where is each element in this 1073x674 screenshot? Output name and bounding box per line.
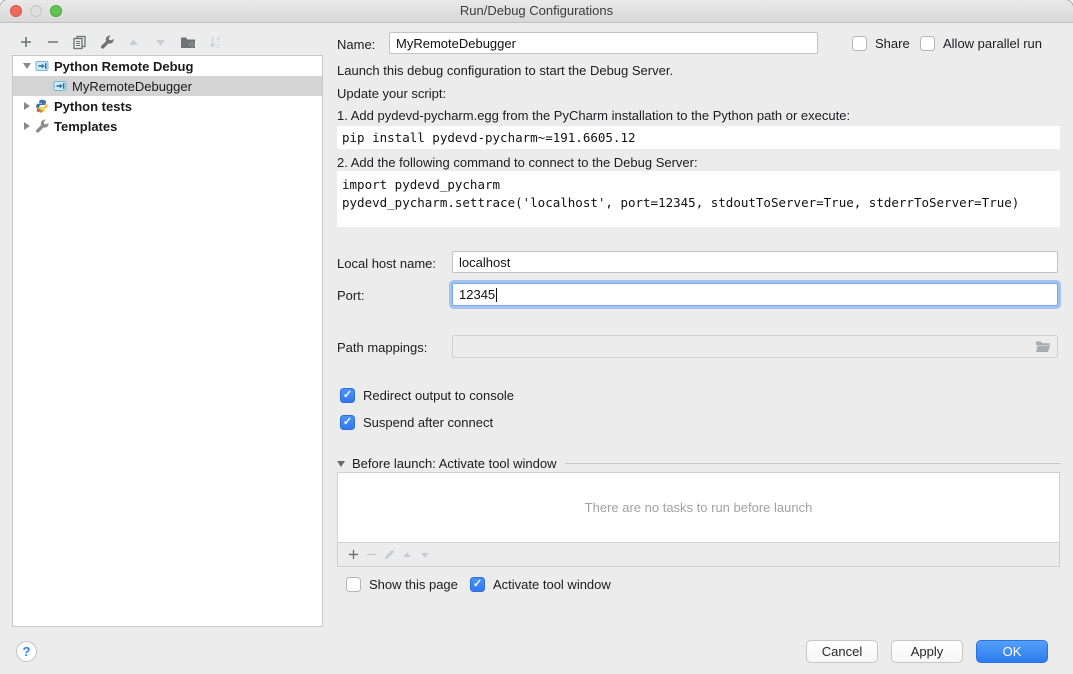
instruction-update: Update your script: [337, 86, 446, 101]
arrow-up-icon [401, 549, 413, 561]
chevron-collapsed-icon[interactable] [24, 102, 30, 110]
instruction-launch: Launch this debug configuration to start… [337, 63, 673, 78]
apply-button[interactable]: Apply [891, 640, 963, 663]
local-host-name-input[interactable] [452, 251, 1058, 273]
arrow-up-icon [127, 36, 140, 49]
sort-configurations-button[interactable]: az [201, 31, 228, 53]
chevron-collapsed-icon[interactable] [24, 122, 30, 130]
instruction-step2: 2. Add the following command to connect … [337, 155, 698, 170]
wrench-icon [34, 119, 49, 134]
run-debug-configurations-dialog: Run/Debug Configurations az [0, 0, 1073, 674]
add-configuration-button[interactable] [12, 31, 39, 53]
port-label: Port: [337, 288, 364, 303]
remove-task-button[interactable] [362, 544, 380, 566]
tree-item-python-tests[interactable]: Python tests [13, 96, 322, 116]
dialog-buttons: Cancel Apply OK [806, 640, 1048, 663]
tree-item-python-remote-debug[interactable]: Python Remote Debug [13, 56, 322, 76]
cancel-button[interactable]: Cancel [806, 640, 878, 663]
share-checkbox[interactable] [852, 36, 867, 51]
chevron-expanded-icon[interactable] [23, 63, 31, 69]
move-up-button[interactable] [120, 31, 147, 53]
activate-tool-window-checkbox[interactable] [470, 577, 485, 592]
copy-icon [72, 35, 87, 50]
folder-icon[interactable] [1035, 340, 1051, 353]
name-label: Name: [337, 37, 375, 52]
plus-icon [347, 548, 360, 561]
tree-item-label: MyRemoteDebugger [72, 79, 192, 94]
chevron-expanded-icon[interactable] [337, 461, 345, 467]
remove-configuration-button[interactable] [39, 31, 66, 53]
tree-item-label: Templates [54, 119, 117, 134]
show-this-page-label: Show this page [369, 577, 458, 592]
tree-item-templates[interactable]: Templates [13, 116, 322, 136]
svg-text:z: z [216, 44, 219, 50]
window-title: Run/Debug Configurations [0, 3, 1073, 18]
remote-debug-config-icon [34, 59, 49, 74]
before-launch-header[interactable]: Before launch: Activate tool window [337, 456, 1060, 471]
minus-icon [46, 35, 60, 49]
path-mappings-input[interactable] [452, 335, 1058, 358]
folder-plus-icon [180, 35, 196, 49]
instruction-step1: 1. Add pydevd-pycharm.egg from the PyCha… [337, 108, 850, 123]
section-rule [565, 463, 1060, 464]
before-launch-empty-text: There are no tasks to run before launch [585, 500, 813, 515]
code-line-2: pydevd_pycharm.settrace('localhost', por… [342, 195, 1019, 210]
minus-icon [365, 548, 378, 561]
help-question-icon: ? [23, 644, 31, 659]
suspend-after-connect-label: Suspend after connect [363, 415, 493, 430]
allow-parallel-run-label: Allow parallel run [943, 36, 1042, 51]
copy-configuration-button[interactable] [66, 31, 93, 53]
wrench-icon [100, 35, 114, 49]
edit-templates-button[interactable] [93, 31, 120, 53]
path-mappings-label: Path mappings: [337, 340, 427, 355]
code-line-1: import pydevd_pycharm [342, 177, 500, 192]
sort-az-icon: az [208, 35, 222, 49]
share-label: Share [875, 36, 910, 51]
configurations-tree: Python Remote Debug MyRemoteDebugger Pyt… [12, 55, 323, 627]
tree-item-label: Python Remote Debug [54, 59, 193, 74]
activate-tool-window-label: Activate tool window [493, 577, 611, 592]
redirect-output-label: Redirect output to console [363, 388, 514, 403]
name-input[interactable] [389, 32, 818, 54]
add-task-button[interactable] [344, 544, 362, 566]
pip-install-command: pip install pydevd-pycharm~=191.6605.12 [337, 126, 1060, 149]
tree-item-label: Python tests [54, 99, 132, 114]
arrow-down-icon [154, 36, 167, 49]
show-this-page-checkbox[interactable] [346, 577, 361, 592]
svg-text:a: a [216, 37, 220, 43]
port-input[interactable]: 12345 [452, 283, 1058, 306]
move-task-down-button[interactable] [416, 544, 434, 566]
ok-button[interactable]: OK [976, 640, 1048, 663]
text-caret [496, 288, 497, 302]
move-down-button[interactable] [147, 31, 174, 53]
before-launch-toolbar [337, 543, 1060, 567]
arrow-down-icon [419, 549, 431, 561]
tree-item-myremotedebugger[interactable]: MyRemoteDebugger [13, 76, 322, 96]
remote-debug-config-icon [52, 79, 67, 94]
redirect-output-checkbox[interactable] [340, 388, 355, 403]
allow-parallel-run-checkbox[interactable] [920, 36, 935, 51]
before-launch-title: Before launch: Activate tool window [352, 456, 557, 471]
pencil-icon [383, 548, 396, 561]
settrace-code-block: import pydevd_pycharm pydevd_pycharm.set… [337, 171, 1060, 227]
python-icon [34, 99, 49, 114]
move-task-up-button[interactable] [398, 544, 416, 566]
help-button[interactable]: ? [16, 641, 37, 662]
new-folder-button[interactable] [174, 31, 201, 53]
edit-task-button[interactable] [380, 544, 398, 566]
plus-icon [19, 35, 33, 49]
suspend-after-connect-checkbox[interactable] [340, 415, 355, 430]
before-launch-task-list[interactable]: There are no tasks to run before launch [337, 472, 1060, 543]
configurations-toolbar: az [12, 30, 228, 54]
title-bar: Run/Debug Configurations [0, 0, 1073, 23]
local-host-name-label: Local host name: [337, 256, 436, 271]
